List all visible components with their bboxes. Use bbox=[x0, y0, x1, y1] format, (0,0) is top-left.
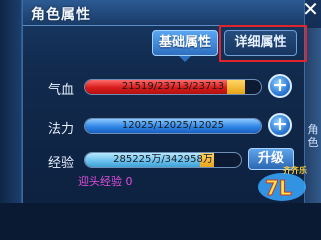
side-panel-text: 角色 bbox=[307, 123, 319, 149]
highlight-box bbox=[219, 25, 307, 62]
mp-value: 12025/12025/12025 bbox=[121, 120, 225, 131]
xp-label: 经验 bbox=[48, 156, 75, 171]
xp-bar: 285225万/342958万 bbox=[84, 152, 242, 168]
hp-add-button[interactable]: + bbox=[268, 74, 292, 98]
watermark-logo-text: 7L bbox=[265, 176, 292, 200]
close-icon[interactable]: ✕ bbox=[300, 0, 321, 22]
hp-bar: 21519/23713/23713 bbox=[84, 79, 262, 95]
mp-bar: 12025/12025/12025 bbox=[84, 118, 262, 134]
title-bar: 角色属性 bbox=[23, 0, 304, 26]
tab-basic-attributes[interactable]: 基础属性 bbox=[152, 30, 218, 56]
panel-title: 角色属性 bbox=[31, 7, 91, 23]
hp-label: 气血 bbox=[48, 83, 75, 98]
hp-value: 21519/23713/23713 bbox=[121, 81, 225, 92]
mp-add-button[interactable]: + bbox=[268, 113, 292, 137]
watermark-site-text: 齐齐乐 bbox=[283, 166, 307, 175]
xp-value: 285225万/342958万 bbox=[113, 154, 213, 165]
bonus-xp-text: 迎头经验 0 bbox=[78, 175, 133, 188]
left-background-panel bbox=[0, 0, 22, 203]
mp-label: 法力 bbox=[48, 122, 75, 137]
active-tab-pointer bbox=[179, 56, 191, 62]
